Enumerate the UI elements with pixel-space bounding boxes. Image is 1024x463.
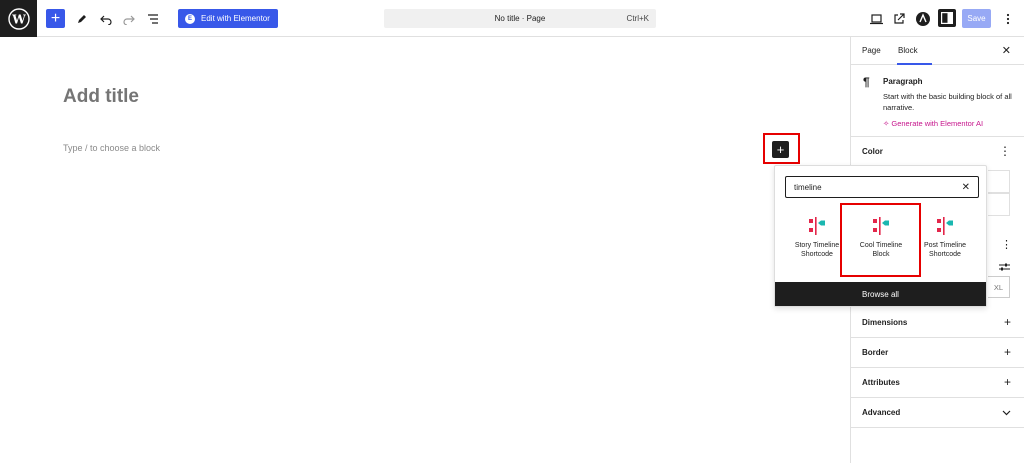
save-button[interactable]: Save	[962, 9, 991, 28]
timeline-block-icon	[915, 217, 975, 237]
redo-icon[interactable]	[119, 9, 139, 29]
block-search-input[interactable]: timeline ✕	[785, 176, 979, 198]
color-option-background[interactable]	[988, 193, 1010, 216]
editor-canvas: Add title Type / to choose a block +	[0, 37, 850, 463]
kebab-icon[interactable]: ⋮	[999, 144, 1011, 158]
close-icon[interactable]: ✕	[1002, 44, 1011, 57]
astra-logo-icon[interactable]	[913, 9, 933, 29]
panel-attributes-label: Attributes	[862, 378, 900, 387]
panel-border-label: Border	[862, 348, 889, 357]
plus-icon[interactable]: +	[1004, 375, 1011, 389]
panel-border[interactable]: Border +	[851, 338, 1024, 368]
document-title: No title · Page	[494, 14, 546, 23]
font-size-xl-option[interactable]: XL	[988, 276, 1010, 298]
panel-advanced[interactable]: Advanced	[851, 398, 1024, 428]
typography-kebab-icon[interactable]: ⋮	[1001, 238, 1012, 251]
elementor-logo-icon: E	[185, 13, 195, 24]
panel-dimensions-label: Dimensions	[862, 318, 908, 327]
panel-dimensions[interactable]: Dimensions +	[851, 308, 1024, 338]
block-description: Start with the basic building block of a…	[883, 92, 1012, 112]
editor-top-toolbar: W + E Edit with Elementor No title · Pag…	[0, 0, 1024, 37]
post-title-input[interactable]: Add title	[63, 86, 139, 108]
block-name: Paragraph	[883, 77, 923, 86]
sidebar-panel-icon	[941, 12, 953, 24]
highlight-box-cool-timeline	[840, 203, 921, 277]
color-option-text[interactable]	[988, 170, 1010, 193]
ai-link-label: Generate with Elementor AI	[891, 119, 984, 128]
block-card: ¶ Paragraph Start with the basic buildin…	[851, 65, 1024, 137]
timeline-block-icon	[787, 217, 847, 237]
options-kebab-icon[interactable]	[998, 9, 1018, 29]
edit-with-elementor-label: Edit with Elementor	[201, 14, 270, 23]
panel-color-label: Color	[862, 147, 883, 156]
edit-with-elementor-button[interactable]: E Edit with Elementor	[178, 9, 278, 28]
view-page-external-icon[interactable]	[889, 9, 909, 29]
wordpress-logo-icon[interactable]: W	[0, 0, 37, 37]
plus-icon[interactable]: +	[1004, 315, 1011, 329]
browse-all-button[interactable]: Browse all	[775, 282, 986, 306]
block-search-value: timeline	[794, 182, 822, 192]
inline-block-inserter-button[interactable]: +	[772, 141, 789, 158]
generate-elementor-ai-link[interactable]: ✧ Generate with Elementor AI	[883, 119, 983, 128]
pencil-tools-icon[interactable]	[72, 9, 92, 29]
command-shortcut: Ctrl+K	[626, 14, 649, 23]
paragraph-icon: ¶	[863, 75, 870, 89]
desktop-preview-icon[interactable]	[866, 9, 886, 29]
chevron-down-icon[interactable]	[1002, 405, 1011, 419]
tab-block[interactable]: Block	[898, 46, 918, 55]
panel-advanced-label: Advanced	[862, 408, 901, 417]
panel-attributes[interactable]: Attributes +	[851, 368, 1024, 398]
document-overview-icon[interactable]	[143, 9, 163, 29]
svg-text:W: W	[11, 12, 26, 26]
block-result-post-timeline[interactable]: Post Timeline Shortcode	[915, 217, 975, 260]
clear-search-icon[interactable]: ✕	[962, 182, 970, 193]
block-result-story-timeline[interactable]: Story Timeline Shortcode	[787, 217, 847, 260]
block-placeholder-paragraph[interactable]: Type / to choose a block	[63, 143, 160, 153]
block-result-label: Post Timeline Shortcode	[923, 242, 967, 259]
block-result-label: Story Timeline Shortcode	[794, 242, 840, 259]
tab-page[interactable]: Page	[862, 46, 881, 55]
undo-icon[interactable]	[96, 9, 116, 29]
plus-icon[interactable]: +	[1004, 345, 1011, 359]
sidebar-tabs: Page Block ✕	[851, 37, 1024, 65]
block-inserter-toggle-button[interactable]: +	[46, 9, 65, 28]
panel-color[interactable]: Color ⋮	[851, 137, 1024, 168]
command-palette-bar[interactable]: No title · Page Ctrl+K	[384, 9, 656, 28]
settings-sidebar-toggle-button[interactable]	[938, 9, 956, 27]
sliders-icon[interactable]	[999, 259, 1010, 277]
